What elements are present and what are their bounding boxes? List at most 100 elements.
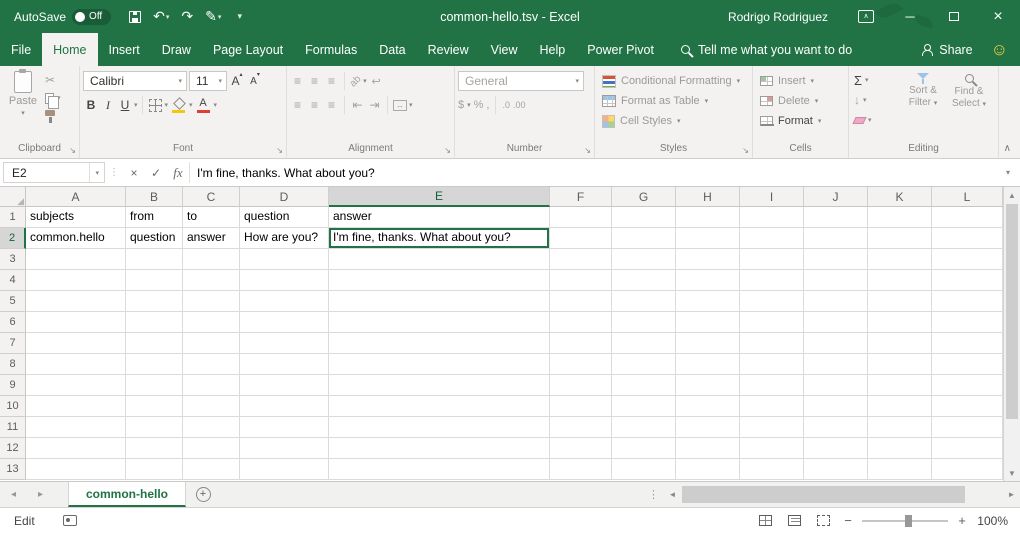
- cell-I5[interactable]: [740, 291, 804, 312]
- tell-me-search[interactable]: Tell me what you want to do: [681, 33, 852, 66]
- cell-D12[interactable]: [240, 438, 329, 459]
- cell-C9[interactable]: [183, 375, 240, 396]
- font-color-button[interactable]: A: [194, 95, 213, 115]
- tab-insert[interactable]: Insert: [98, 33, 151, 66]
- cell-B9[interactable]: [126, 375, 183, 396]
- cell-I10[interactable]: [740, 396, 804, 417]
- row-header-1[interactable]: 1: [0, 207, 26, 228]
- redo-button[interactable]: ↷: [175, 4, 199, 30]
- cell-F5[interactable]: [550, 291, 612, 312]
- cell-F10[interactable]: [550, 396, 612, 417]
- cell-F1[interactable]: [550, 207, 612, 228]
- cell-D10[interactable]: [240, 396, 329, 417]
- cell-L1[interactable]: [932, 207, 1003, 228]
- select-all-button[interactable]: ◢: [0, 187, 26, 207]
- cell-I4[interactable]: [740, 270, 804, 291]
- row-header-6[interactable]: 6: [0, 312, 26, 333]
- zoom-level[interactable]: 100%: [976, 514, 1008, 528]
- column-header-E[interactable]: E: [329, 187, 550, 207]
- cell-J1[interactable]: [804, 207, 868, 228]
- cell-F7[interactable]: [550, 333, 612, 354]
- cell-J12[interactable]: [804, 438, 868, 459]
- cell-J2[interactable]: [804, 228, 868, 249]
- cell-H13[interactable]: [676, 459, 740, 480]
- cell-B11[interactable]: [126, 417, 183, 438]
- insert-function-button[interactable]: fx: [167, 162, 189, 183]
- row-header-10[interactable]: 10: [0, 396, 26, 417]
- increase-decimal-button[interactable]: .0: [502, 100, 510, 110]
- cell-E8[interactable]: [329, 354, 550, 375]
- alignment-dialog-launcher[interactable]: ↘: [444, 146, 451, 155]
- merge-center-button[interactable]: ↔: [393, 100, 407, 111]
- accounting-dropdown-icon[interactable]: ▾: [467, 101, 471, 109]
- cell-F4[interactable]: [550, 270, 612, 291]
- decrease-indent-button[interactable]: ⇤: [350, 98, 365, 112]
- cell-E4[interactable]: [329, 270, 550, 291]
- cell-C2[interactable]: answer: [183, 228, 240, 249]
- cell-B7[interactable]: [126, 333, 183, 354]
- cell-B12[interactable]: [126, 438, 183, 459]
- cell-I7[interactable]: [740, 333, 804, 354]
- column-header-D[interactable]: D: [240, 187, 329, 207]
- fill-color-button[interactable]: [169, 95, 188, 115]
- cell-H2[interactable]: [676, 228, 740, 249]
- cell-D2[interactable]: How are you?: [240, 228, 329, 249]
- cell-D3[interactable]: [240, 249, 329, 270]
- share-button[interactable]: Share: [910, 43, 982, 57]
- cell-C8[interactable]: [183, 354, 240, 375]
- autosum-dropdown-icon[interactable]: ▾: [865, 76, 869, 84]
- cell-L9[interactable]: [932, 375, 1003, 396]
- styles-dialog-launcher[interactable]: ↘: [742, 146, 749, 155]
- cell-H4[interactable]: [676, 270, 740, 291]
- cell-J11[interactable]: [804, 417, 868, 438]
- cell-A3[interactable]: [26, 249, 126, 270]
- column-header-L[interactable]: L: [932, 187, 1003, 207]
- cell-K4[interactable]: [868, 270, 932, 291]
- pen-button[interactable]: ✎▾: [201, 4, 225, 30]
- number-dialog-launcher[interactable]: ↘: [584, 146, 591, 155]
- cell-B5[interactable]: [126, 291, 183, 312]
- increase-indent-button[interactable]: ⇥: [367, 98, 382, 112]
- cell-L3[interactable]: [932, 249, 1003, 270]
- horizontal-scroll-thumb[interactable]: [682, 486, 965, 503]
- tab-view[interactable]: View: [480, 33, 529, 66]
- align-bottom-button[interactable]: ≡: [324, 74, 339, 88]
- cell-C1[interactable]: to: [183, 207, 240, 228]
- cell-G10[interactable]: [612, 396, 676, 417]
- customize-qat-button[interactable]: ▾: [227, 4, 251, 30]
- italic-button[interactable]: I: [100, 95, 116, 115]
- column-header-J[interactable]: J: [804, 187, 868, 207]
- wrap-text-button[interactable]: ↩: [369, 75, 384, 88]
- column-header-K[interactable]: K: [868, 187, 932, 207]
- cell-D4[interactable]: [240, 270, 329, 291]
- zoom-in-button[interactable]: +: [955, 513, 969, 528]
- cell-I13[interactable]: [740, 459, 804, 480]
- cell-C4[interactable]: [183, 270, 240, 291]
- align-center-button[interactable]: ≡: [307, 98, 322, 112]
- cell-I11[interactable]: [740, 417, 804, 438]
- cell-L10[interactable]: [932, 396, 1003, 417]
- cell-J8[interactable]: [804, 354, 868, 375]
- cell-L12[interactable]: [932, 438, 1003, 459]
- cell-J3[interactable]: [804, 249, 868, 270]
- cell-C7[interactable]: [183, 333, 240, 354]
- cell-L11[interactable]: [932, 417, 1003, 438]
- pen-dropdown-icon[interactable]: ▾: [218, 13, 222, 21]
- decrease-font-size-button[interactable]: A▾: [247, 71, 263, 91]
- cell-J10[interactable]: [804, 396, 868, 417]
- font-dialog-launcher[interactable]: ↘: [276, 146, 283, 155]
- undo-button[interactable]: ↶▾: [149, 4, 173, 30]
- page-layout-view-button[interactable]: [783, 511, 805, 531]
- cell-G12[interactable]: [612, 438, 676, 459]
- cell-E10[interactable]: [329, 396, 550, 417]
- fill-dropdown-icon[interactable]: ▾: [863, 96, 867, 104]
- orientation-button[interactable]: ab: [348, 73, 364, 89]
- cell-H11[interactable]: [676, 417, 740, 438]
- cell-H8[interactable]: [676, 354, 740, 375]
- tab-file[interactable]: File: [0, 33, 42, 66]
- tab-power-pivot[interactable]: Power Pivot: [576, 33, 665, 66]
- font-family-select[interactable]: Calibri ▾: [83, 71, 187, 91]
- borders-dropdown-icon[interactable]: ▾: [165, 101, 169, 109]
- column-header-B[interactable]: B: [126, 187, 183, 207]
- row-header-7[interactable]: 7: [0, 333, 26, 354]
